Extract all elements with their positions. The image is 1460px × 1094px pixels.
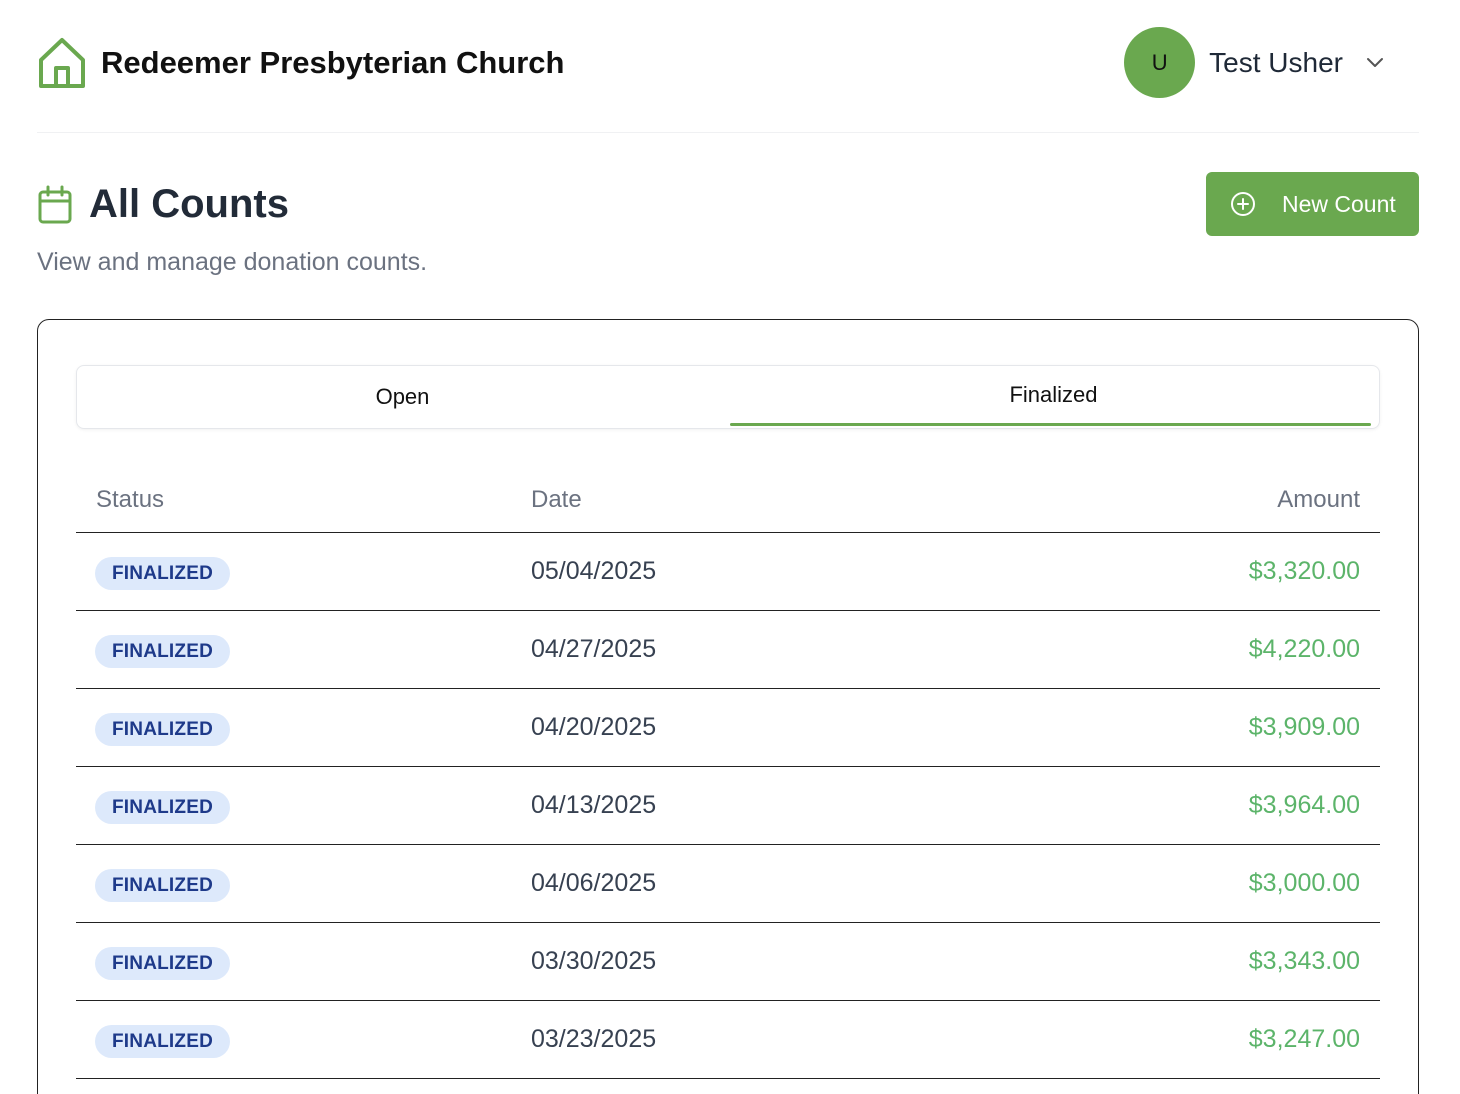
amount-cell: $3,000.00 [1248,869,1360,897]
page-header: All Counts View and manage donation coun… [37,172,1419,282]
amount-cell: $3,909.00 [1248,713,1360,741]
amount-cell: $4,220.00 [1248,635,1360,663]
date-cell: 04/06/2025 [531,869,657,897]
date-cell: 04/20/2025 [531,713,657,741]
status-badge: FINALIZED [95,635,231,668]
user-menu[interactable]: U Test Usher [1124,27,1419,98]
table-row[interactable]: FINALIZED 04/20/2025 $3,909.00 [76,689,1380,767]
date-cell: 03/30/2025 [531,947,657,975]
table-row[interactable]: FINALIZED 04/06/2025 $3,000.00 [76,845,1380,923]
table-row[interactable]: FINALIZED 03/30/2025 $3,343.00 [76,923,1380,1001]
plus-circle-icon [1231,192,1255,216]
counts-card: Open Finalized Status Date Amount FINALI… [37,319,1419,1094]
brand-name: Redeemer Presbyterian Church [101,45,565,80]
table-header: Status Date Amount [76,468,1380,533]
column-header-amount[interactable]: Amount [1277,486,1360,514]
tab-open-label: Open [375,384,430,409]
column-header-date[interactable]: Date [531,486,582,514]
brand[interactable]: Redeemer Presbyterian Church [37,36,564,90]
counts-table: Status Date Amount FINALIZED 05/04/2025 … [76,468,1380,1079]
status-badge: FINALIZED [95,791,231,824]
tab-open[interactable]: Open [77,366,728,428]
amount-cell: $3,247.00 [1248,1025,1360,1053]
tab-finalized-label: Finalized [1009,382,1098,407]
new-count-button[interactable]: New Count [1206,172,1419,236]
status-badge: FINALIZED [95,557,231,590]
user-name: Test Usher [1209,46,1343,78]
column-header-status[interactable]: Status [96,486,164,514]
date-cell: 05/04/2025 [531,557,657,585]
page-subtitle: View and manage donation counts. [37,248,428,276]
status-badge: FINALIZED [95,713,231,746]
date-cell: 03/23/2025 [531,1025,657,1053]
tab-finalized[interactable]: Finalized [728,366,1379,428]
calendar-icon [38,185,72,223]
table-row[interactable]: FINALIZED 04/13/2025 $3,964.00 [76,767,1380,845]
avatar: U [1124,27,1196,98]
top-navbar: Redeemer Presbyterian Church U Test Ushe… [37,0,1419,133]
page-title: All Counts [89,182,289,226]
amount-cell: $3,320.00 [1248,557,1360,585]
status-badge: FINALIZED [95,1025,231,1058]
new-count-label: New Count [1282,190,1396,217]
title-row: All Counts [37,182,289,227]
table-row[interactable]: FINALIZED 04/27/2025 $4,220.00 [76,611,1380,689]
date-cell: 04/13/2025 [531,791,657,819]
table-row[interactable]: FINALIZED 05/04/2025 $3,320.00 [76,533,1380,611]
home-icon [39,38,85,88]
status-badge: FINALIZED [95,947,231,980]
chevron-down-icon [1367,57,1383,67]
table-row[interactable]: FINALIZED 03/23/2025 $3,247.00 [76,1001,1380,1079]
status-badge: FINALIZED [95,869,231,902]
amount-cell: $3,964.00 [1248,791,1360,819]
date-cell: 04/27/2025 [531,635,657,663]
amount-cell: $3,343.00 [1248,947,1360,975]
status-tabs: Open Finalized [76,365,1380,429]
